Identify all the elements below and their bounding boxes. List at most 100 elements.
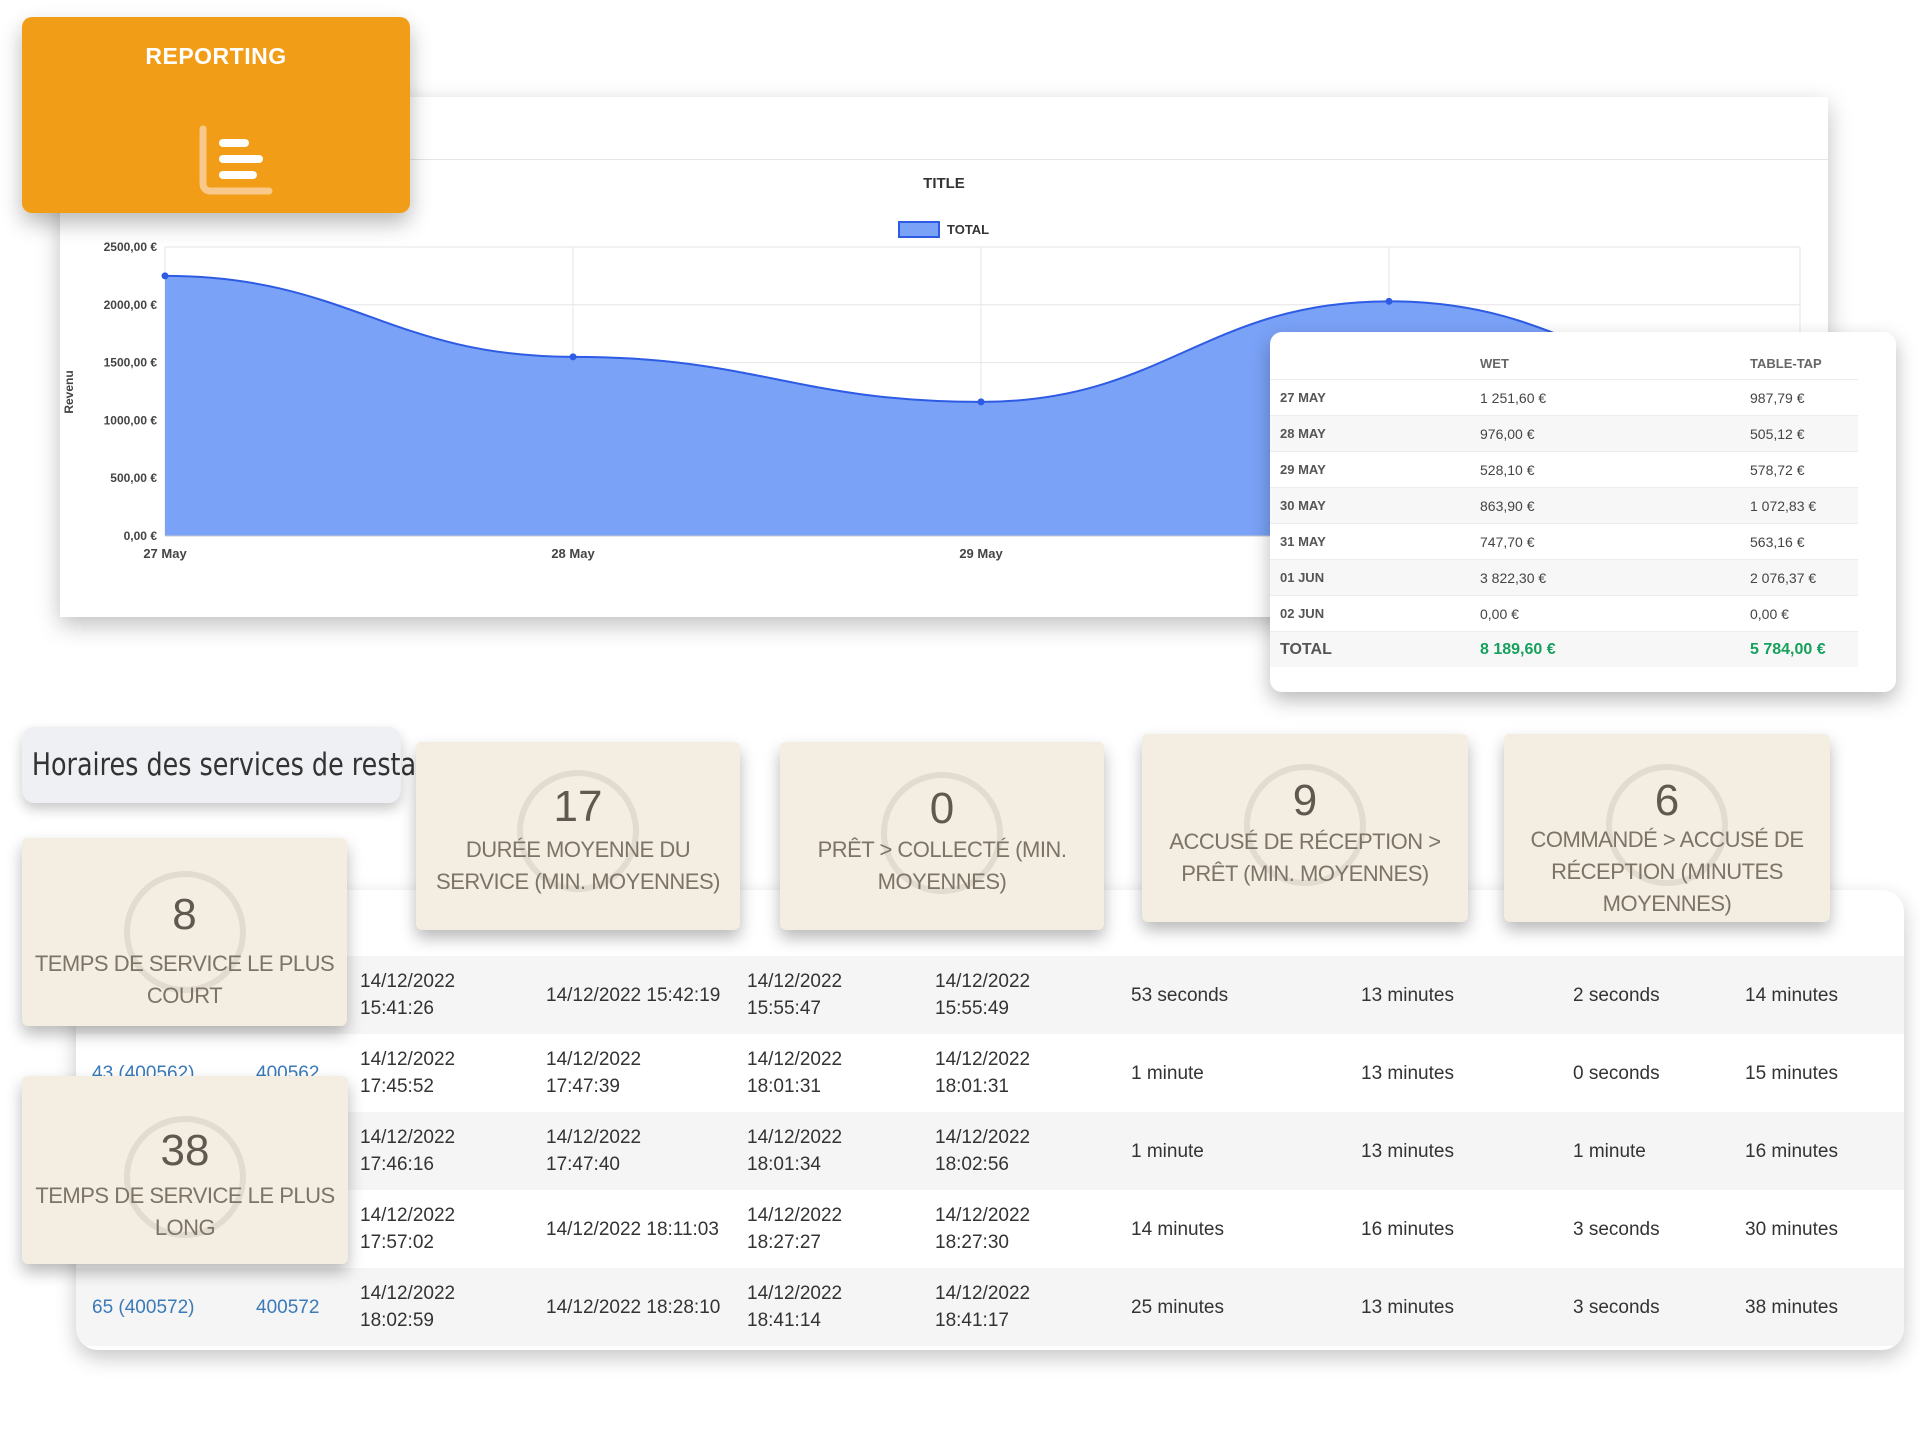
y-tick-label: 1500,00 € [104,356,158,370]
summary-wet: 976,00 € [1480,415,1750,452]
summary-wet: 747,70 € [1480,523,1750,560]
cell-c4: 30 minutes [1745,1218,1838,1240]
data-point [569,353,577,361]
cell-placed: 14/12/2022 17:45:52 [360,1049,456,1097]
x-tick-label: 28 May [551,546,595,561]
stat-label: TEMPS DE SERVICE LE PLUS LONG [35,1183,335,1240]
y-tick-label: 2000,00 € [104,298,158,312]
summary-total-wet: 8 189,60 € [1480,631,1750,667]
summary-wet: 1 251,60 € [1480,379,1750,416]
summary-row: 28 MAY 976,00 €505,12 € [1270,415,1858,452]
report-list-icon [199,125,273,195]
cell-ack: 14/12/2022 18:28:10 [546,1296,721,1318]
summary-row: 02 JUN 0,00 €0,00 € [1270,595,1858,632]
summary-date: 29 MAY [1270,451,1480,488]
cell-c2: 16 minutes [1361,1218,1454,1240]
summary-table-tap: 578,72 € [1750,451,1858,488]
stat-ready-collected: 0 PRÊT > COLLECTÉ (MIN. MOYENNES) [780,742,1104,930]
header-date [1270,346,1480,380]
summary-row: 29 MAY 528,10 €578,72 € [1270,451,1858,488]
table-row[interactable]: 14/12/2022 17:57:02 14/12/2022 18:11:03 14… [76,1190,1904,1268]
cell-c4: 16 minutes [1745,1140,1838,1162]
cell-c1: 1 minute [1131,1062,1204,1084]
summary-table-tap: 987,79 € [1750,379,1858,416]
summary-date: 02 JUN [1270,595,1480,632]
cell-placed: 14/12/2022 17:57:02 [360,1205,456,1253]
cell-ready: 14/12/2022 18:41:14 [747,1283,843,1331]
summary-date: 28 MAY [1270,415,1480,452]
x-tick-label: 29 May [959,546,1003,561]
summary-wet: 863,90 € [1480,487,1750,524]
table-row[interactable]: 43 (400562) 400562 14/12/2022 17:45:52 14/1… [76,1034,1904,1112]
table-row[interactable]: 14/12/2022 15:41:26 14/12/2022 15:42:19 14… [76,956,1904,1034]
reporting-badge[interactable]: REPORTING [22,17,410,213]
summary-date: 31 MAY [1270,523,1480,560]
revenue-summary-card: WET TABLE-TAP 27 MAY 1 251,60 €987,79 €28… [1270,332,1896,692]
stat-longest-service: 38 TEMPS DE SERVICE LE PLUS LONG [22,1076,348,1264]
y-tick-label: 1000,00 € [104,413,158,427]
cell-ack: 14/12/2022 18:11:03 [546,1218,719,1240]
header-table-tap[interactable]: TABLE-TAP [1750,346,1858,380]
stat-value: 9 [1292,776,1318,825]
cell-ready: 14/12/2022 15:55:47 [747,971,843,1019]
cell-placed: 14/12/2022 18:02:59 [360,1283,456,1331]
summary-total-table-tap: 5 784,00 € [1750,631,1858,667]
table-row[interactable]: 14/12/2022 17:46:16 14/12/2022 17:47:40 14… [76,1112,1904,1190]
cell-c4: 38 minutes [1745,1296,1838,1318]
cell-placed: 14/12/2022 15:41:26 [360,971,456,1019]
x-tick-label: 27 May [143,546,187,561]
service-times-table: 14/12/2022 15:41:26 14/12/2022 15:42:19 14… [76,890,1904,1350]
cell-c2: 13 minutes [1361,1140,1454,1162]
y-tick-label: 2500,00 € [104,240,158,254]
summary-wet: 3 822,30 € [1480,559,1750,596]
stat-value: 0 [929,784,955,833]
header-wet[interactable]: WET [1480,346,1750,380]
cell-c1: 25 minutes [1131,1296,1224,1318]
cell-ready: 14/12/2022 18:01:31 [747,1049,843,1097]
cell-ack: 14/12/2022 17:47:39 [546,1049,642,1097]
cell-ready: 14/12/2022 18:01:34 [747,1127,843,1175]
cell-c2: 13 minutes [1361,1296,1454,1318]
table-row[interactable]: 65 (400572) 400572 14/12/2022 18:02:59 14/1… [76,1268,1904,1346]
summary-table-tap: 2 076,37 € [1750,559,1858,596]
stat-label: TEMPS DE SERVICE LE PLUS COURT [34,951,335,1008]
y-axis-label: Revenu [62,370,76,413]
stat-label: ACCUSÉ DE RÉCEPTION > PRÊT (MIN. MOYENNE… [1169,829,1441,886]
summary-wet: 528,10 € [1480,451,1750,488]
cell-c1: 1 minute [1131,1140,1204,1162]
cell-c1: 53 seconds [1131,984,1229,1006]
data-point [161,272,169,280]
y-tick-label: 500,00 € [110,471,157,485]
summary-date: 27 MAY [1270,379,1480,416]
stat-value: 17 [553,782,603,831]
summary-date: 01 JUN [1270,559,1480,596]
stat-ordered-ack: 6 COMMANDÉ > ACCUSÉ DE RÉCEPTION (MINUTE… [1504,734,1830,922]
summary-total-label: TOTAL [1270,631,1480,667]
summary-table-tap: 505,12 € [1750,415,1858,452]
cell-num[interactable]: 400572 [256,1268,319,1346]
summary-table-tap: 0,00 € [1750,595,1858,632]
summary-row: 27 MAY 1 251,60 €987,79 € [1270,379,1858,416]
summary-wet: 0,00 € [1480,595,1750,632]
cell-order[interactable]: 65 (400572) [92,1268,194,1346]
reporting-label: REPORTING [145,43,287,69]
cell-c3: 3 seconds [1573,1218,1660,1240]
cell-c3: 1 minute [1573,1140,1646,1162]
stat-label: PRÊT > COLLECTÉ (MIN. MOYENNES) [817,837,1067,894]
data-point [1385,297,1393,305]
stat-shortest-service: 8 TEMPS DE SERVICE LE PLUS COURT [22,838,347,1026]
cell-c4: 15 minutes [1745,1062,1838,1084]
stat-label: DURÉE MOYENNE DU SERVICE (MIN. MOYENNES) [436,837,720,894]
stat-label: COMMANDÉ > ACCUSÉ DE RÉCEPTION (MINUTES … [1530,827,1805,916]
stat-value: 8 [172,890,197,939]
section-title: Horaires des services de restauration [22,727,507,803]
stat-value: 38 [160,1126,210,1175]
summary-table-tap: 1 072,83 € [1750,487,1858,524]
stat-ack-ready: 9 ACCUSÉ DE RÉCEPTION > PRÊT (MIN. MOYEN… [1142,734,1468,922]
stat-value: 6 [1654,776,1680,825]
cell-c1: 14 minutes [1131,1218,1224,1240]
data-point [977,398,985,406]
cell-c3: 0 seconds [1573,1062,1660,1084]
summary-row: 01 JUN 3 822,30 €2 076,37 € [1270,559,1858,596]
cell-collected: 14/12/2022 18:27:30 [935,1205,1031,1253]
